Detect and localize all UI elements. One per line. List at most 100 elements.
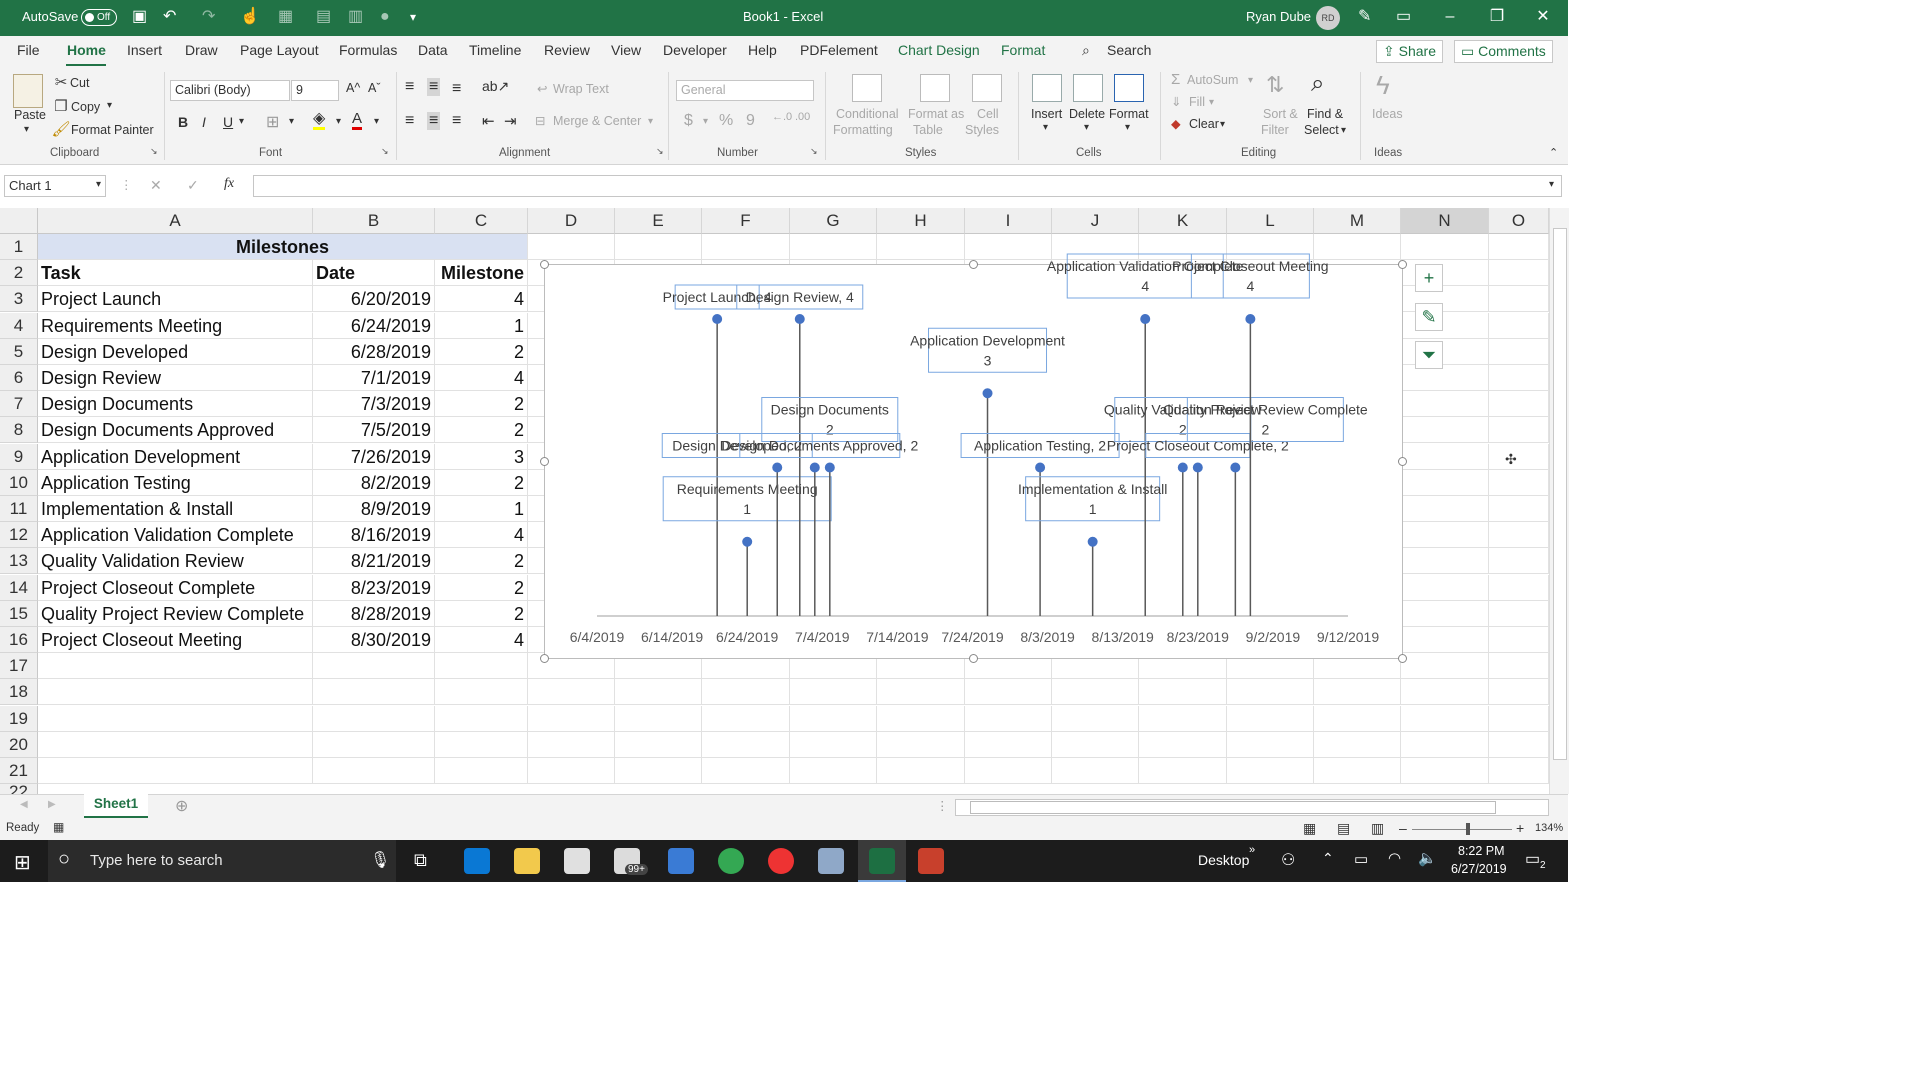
tab-review[interactable]: Review (544, 42, 590, 58)
decrease-indent-icon[interactable]: ⇤ (482, 112, 495, 130)
cell[interactable] (1489, 679, 1549, 706)
tab-timeline[interactable]: Timeline (469, 42, 521, 58)
cell[interactable] (435, 731, 528, 758)
cut-button[interactable]: Cut (70, 76, 89, 90)
date-cell[interactable]: 6/24/2019 (313, 312, 435, 339)
cell[interactable] (1401, 469, 1489, 496)
windows-start-icon[interactable]: ⊞ (14, 850, 31, 875)
maximize-icon[interactable]: ❐ (1474, 0, 1520, 36)
zoom-in-icon[interactable]: + (1516, 820, 1524, 836)
vertical-scroll-thumb[interactable] (1553, 228, 1567, 760)
cell[interactable] (313, 653, 435, 680)
copy-dropdown-icon[interactable]: ▾ (107, 100, 112, 111)
cell[interactable] (1489, 758, 1549, 784)
cell[interactable] (1401, 234, 1489, 260)
row-header-17[interactable]: 17 (0, 653, 38, 680)
microphone-icon[interactable]: 🎙 (370, 850, 390, 870)
tab-pdfelement[interactable]: PDFelement (800, 42, 878, 58)
tab-chart-design[interactable]: Chart Design (898, 42, 980, 58)
cell[interactable] (965, 758, 1052, 784)
paste-icon[interactable] (13, 74, 43, 108)
cell[interactable] (877, 731, 965, 758)
save-icon[interactable]: ▣ (132, 8, 147, 26)
cell[interactable] (965, 234, 1052, 260)
number-launcher-icon[interactable]: ↘ (810, 146, 818, 157)
conditional-formatting-label-1[interactable]: Conditional (836, 107, 899, 121)
horizontal-scrollbar[interactable] (955, 799, 1549, 816)
collapse-ribbon-icon[interactable]: ⌃ (1549, 146, 1558, 159)
battery-icon[interactable]: ▭ (1354, 850, 1368, 868)
row-header-14[interactable]: 14 (0, 574, 38, 601)
avatar[interactable]: RD (1316, 6, 1340, 30)
cell[interactable] (790, 731, 877, 758)
split-handle-icon[interactable]: ⋮ (936, 798, 949, 813)
italic-button[interactable]: I (202, 114, 206, 130)
milestone-cell[interactable]: 2 (435, 574, 528, 601)
underline-dropdown-icon[interactable]: ▾ (239, 116, 244, 127)
borders-dropdown-icon[interactable]: ▾ (289, 116, 294, 127)
font-name-dropdown[interactable]: Calibri (Body) (170, 80, 290, 101)
merge-center-button[interactable]: Merge & Center (553, 114, 641, 128)
date-cell[interactable]: 8/30/2019 (313, 627, 435, 653)
cell[interactable] (702, 758, 790, 784)
cell[interactable] (1489, 705, 1549, 732)
column-header-n[interactable]: N (1401, 208, 1489, 234)
cell[interactable] (1401, 627, 1489, 653)
clock-date[interactable]: 6/27/2019 (1451, 862, 1507, 876)
cell[interactable] (1052, 705, 1139, 732)
date-cell[interactable]: 7/1/2019 (313, 365, 435, 391)
currency-button[interactable]: $ (684, 112, 693, 130)
cell[interactable] (528, 679, 615, 706)
horizontal-scroll-thumb[interactable] (970, 801, 1496, 814)
cell[interactable] (1227, 234, 1314, 260)
cell[interactable] (1489, 522, 1549, 549)
cell[interactable] (1314, 705, 1401, 732)
cell[interactable] (528, 758, 615, 784)
copy-button[interactable]: Copy (71, 100, 100, 114)
vivaldi-icon[interactable] (768, 848, 794, 874)
cell[interactable] (1489, 653, 1549, 680)
cell[interactable] (1314, 234, 1401, 260)
comments-button[interactable]: ▭ Comments (1454, 40, 1553, 63)
delete-cells-button[interactable]: Delete (1069, 107, 1105, 121)
tab-insert[interactable]: Insert (127, 42, 162, 58)
cell[interactable] (1052, 731, 1139, 758)
row-header-3[interactable]: 3 (0, 286, 38, 313)
ribbon-display-icon[interactable]: ▭ (1396, 8, 1411, 26)
cell[interactable] (1314, 758, 1401, 784)
fill-button[interactable]: Fill (1189, 95, 1205, 109)
cell[interactable] (1139, 758, 1227, 784)
task-cell[interactable]: Design Documents (38, 391, 313, 418)
close-icon[interactable]: ✕ (1520, 0, 1566, 36)
cell[interactable] (702, 731, 790, 758)
cell[interactable] (965, 705, 1052, 732)
cell[interactable] (790, 758, 877, 784)
column-header-e[interactable]: E (615, 208, 702, 234)
currency-dropdown-icon[interactable]: ▾ (703, 116, 708, 127)
column-header-b[interactable]: B (313, 208, 435, 234)
conditional-formatting-label-2[interactable]: Formatting (833, 123, 893, 137)
delete-cells-icon[interactable] (1073, 74, 1103, 102)
cell[interactable] (877, 234, 965, 260)
minimize-icon[interactable]: – (1427, 0, 1473, 36)
increase-font-icon[interactable]: A^ (346, 81, 360, 95)
name-box-dropdown-icon[interactable]: ▾ (96, 179, 101, 190)
cell[interactable] (1489, 731, 1549, 758)
expand-formula-bar-icon[interactable]: ▾ (1549, 179, 1554, 190)
format-painter-button[interactable]: Format Painter (71, 123, 154, 137)
comma-button[interactable]: 9 (746, 112, 755, 130)
resize-handle[interactable] (1398, 260, 1407, 269)
cell[interactable] (877, 679, 965, 706)
decrease-decimal-icon[interactable]: .00 (795, 111, 810, 123)
date-cell[interactable]: 8/2/2019 (313, 469, 435, 496)
cell[interactable] (313, 758, 435, 784)
increase-indent-icon[interactable]: ⇥ (504, 112, 517, 130)
cell[interactable] (1489, 286, 1549, 313)
row-header-9[interactable]: 9 (0, 443, 38, 470)
find-select-dropdown-icon[interactable]: ▾ (1341, 125, 1346, 136)
cell[interactable] (1314, 731, 1401, 758)
format-cells-icon[interactable] (1114, 74, 1144, 102)
conditional-formatting-icon[interactable] (852, 74, 882, 102)
task-cell[interactable]: Project Closeout Meeting (38, 627, 313, 653)
cell[interactable] (1401, 522, 1489, 549)
